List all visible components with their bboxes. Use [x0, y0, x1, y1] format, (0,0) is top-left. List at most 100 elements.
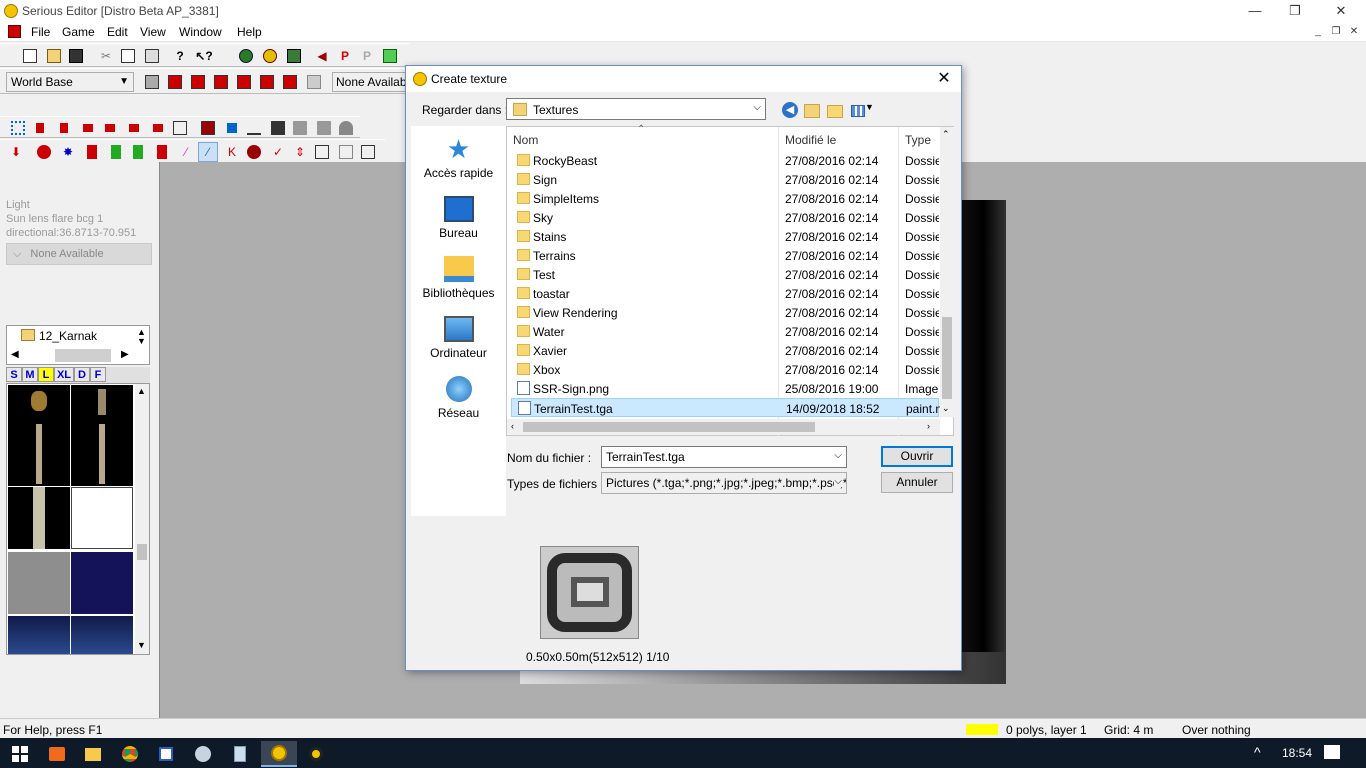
csg-clone-icon[interactable] — [257, 72, 277, 92]
cut-icon[interactable]: ✂ — [96, 46, 116, 66]
scroll-left-icon[interactable]: ‹ — [511, 421, 514, 431]
image-icon-1[interactable] — [290, 118, 310, 138]
mode-icon-10[interactable] — [244, 142, 264, 162]
dialog-close-button[interactable]: ✕ — [932, 69, 956, 89]
globe-icon[interactable] — [236, 46, 256, 66]
render-icon[interactable] — [198, 118, 218, 138]
close-button[interactable]: ✕ — [1318, 2, 1364, 20]
profile-p-icon[interactable]: P — [335, 46, 355, 66]
file-row[interactable]: toastar 27/08/2016 02:14 Dossie — [511, 284, 939, 303]
scroll-right-icon[interactable]: › — [927, 421, 930, 431]
help-icon[interactable]: ? — [170, 46, 190, 66]
size-xl-button[interactable]: XL — [54, 367, 74, 382]
file-row[interactable]: SimpleItems 27/08/2016 02:14 Dossie — [511, 189, 939, 208]
context-help-icon[interactable]: ↖? — [194, 46, 214, 66]
open-folder-icon[interactable] — [44, 46, 64, 66]
tool-icon[interactable] — [222, 118, 242, 138]
scroll-down-icon[interactable]: ▼ — [137, 640, 146, 650]
texture-thumb[interactable] — [8, 487, 70, 549]
steam-icon[interactable] — [185, 741, 221, 767]
scroll-thumb[interactable] — [523, 422, 815, 432]
texture-thumb[interactable] — [71, 616, 133, 654]
tree-item-karnak[interactable]: 12_Karnak — [39, 329, 97, 343]
mode-icon-15[interactable] — [358, 142, 378, 162]
place-computer[interactable]: Ordinateur — [411, 316, 506, 360]
texture-icon[interactable] — [284, 46, 304, 66]
texture-thumb[interactable] — [71, 552, 133, 614]
size-m-button[interactable]: M — [22, 367, 38, 382]
file-list-vscroll[interactable]: ⌃ ⌄ — [940, 127, 954, 417]
file-row[interactable]: SSR-Sign.png 25/08/2016 19:00 Image — [511, 379, 939, 398]
property-select[interactable]: ⌵ None Available — [6, 243, 152, 265]
menu-window[interactable]: Window — [179, 25, 222, 39]
person-icon[interactable] — [336, 118, 356, 138]
scroll-thumb[interactable] — [137, 544, 147, 560]
camera-icon[interactable] — [268, 118, 288, 138]
serious-sam-task-icon[interactable] — [298, 741, 334, 767]
models-icon[interactable] — [260, 46, 280, 66]
menu-edit[interactable]: Edit — [107, 25, 128, 39]
horizontal-scroll-thumb[interactable] — [55, 349, 111, 362]
mode-icon-13[interactable] — [312, 142, 332, 162]
mdi-restore-button[interactable]: ❐ — [1328, 25, 1344, 39]
column-header-name[interactable]: Nom — [513, 133, 538, 147]
view-icon-6[interactable] — [148, 118, 168, 138]
paste-icon[interactable] — [142, 46, 162, 66]
stats-icon[interactable] — [380, 46, 400, 66]
mode-icon-8[interactable]: ⁄ — [198, 142, 218, 162]
size-s-button[interactable]: S — [6, 367, 22, 382]
mode-icon-7[interactable]: ⁄ — [176, 142, 196, 162]
star-mode-icon[interactable]: ✸ — [58, 142, 78, 162]
new-folder-icon[interactable] — [827, 102, 845, 120]
menu-view[interactable]: View — [140, 25, 166, 39]
file-row[interactable]: Terrains 27/08/2016 02:14 Dossie — [511, 246, 939, 265]
mode-icon-3[interactable] — [82, 142, 102, 162]
mode-icon-11[interactable]: ✓ — [268, 142, 288, 162]
file-list-hscroll[interactable]: ‹ › — [507, 419, 940, 435]
notepad-icon[interactable] — [222, 741, 258, 767]
texture-thumb[interactable] — [71, 487, 133, 549]
serious-editor-task-icon[interactable] — [261, 741, 297, 767]
scroll-down-icon[interactable]: ⌄ — [942, 403, 950, 414]
grid-icon[interactable] — [8, 118, 28, 138]
new-file-icon[interactable] — [20, 46, 40, 66]
scroll-thumb[interactable] — [942, 317, 952, 399]
view-icon-4[interactable] — [100, 118, 120, 138]
place-quick-access[interactable]: ★ Accès rapide — [411, 136, 506, 180]
scroll-up-icon[interactable]: ⌃ — [942, 129, 950, 140]
file-row[interactable]: Water 27/08/2016 02:14 Dossie — [511, 322, 939, 341]
texture-thumb[interactable] — [8, 552, 70, 614]
app-window-icon[interactable] — [148, 741, 184, 767]
file-row[interactable]: Sign 27/08/2016 02:14 Dossie — [511, 170, 939, 189]
restore-button[interactable]: ❐ — [1272, 2, 1318, 20]
profile-p-gray-icon[interactable]: P — [357, 46, 377, 66]
mode-icon-9[interactable]: K — [222, 142, 242, 162]
entity-mode-icon[interactable] — [34, 142, 54, 162]
place-libraries[interactable]: Bibliothèques — [411, 256, 506, 300]
mode-icon-12[interactable]: ⇕ — [290, 142, 310, 162]
chrome-icon[interactable] — [112, 741, 148, 767]
csg-add-icon[interactable] — [142, 72, 162, 92]
back-icon[interactable]: ◀ — [782, 102, 800, 120]
texture-browser[interactable]: ▲ ▼ — [6, 383, 150, 655]
file-row[interactable]: Xavier 27/08/2016 02:14 Dossie — [511, 341, 939, 360]
column-header-modified[interactable]: Modifié le — [785, 133, 836, 147]
csg-primitive-icon[interactable] — [280, 72, 300, 92]
view-icon-2[interactable] — [54, 118, 74, 138]
place-desktop[interactable]: Bureau — [411, 196, 506, 240]
view-icon-5[interactable] — [124, 118, 144, 138]
file-row[interactable]: TerrainTest.tga 14/09/2018 18:52 paint.n — [511, 398, 940, 417]
place-network[interactable]: Réseau — [411, 376, 506, 420]
save-icon[interactable] — [66, 46, 86, 66]
look-in-select[interactable]: Textures ⌵ — [506, 98, 766, 120]
scroll-up-icon[interactable]: ▲ — [137, 386, 146, 396]
view-menu-icon[interactable]: ▼ — [851, 102, 879, 120]
file-row[interactable]: Xbox 27/08/2016 02:14 Dossie — [511, 360, 939, 379]
size-l-button[interactable]: L — [38, 367, 54, 382]
texture-thumb[interactable] — [8, 616, 70, 654]
menu-game[interactable]: Game — [62, 25, 95, 39]
filetype-select[interactable]: Pictures (*.tga;*.png;*.jpg;*.jpeg;*.bmp… — [601, 472, 847, 494]
view-icon-3[interactable] — [78, 118, 98, 138]
copy-icon[interactable] — [118, 46, 138, 66]
file-list[interactable]: Nom ⌃ Modifié le Type RockyBeast 27/08/20… — [506, 124, 954, 437]
